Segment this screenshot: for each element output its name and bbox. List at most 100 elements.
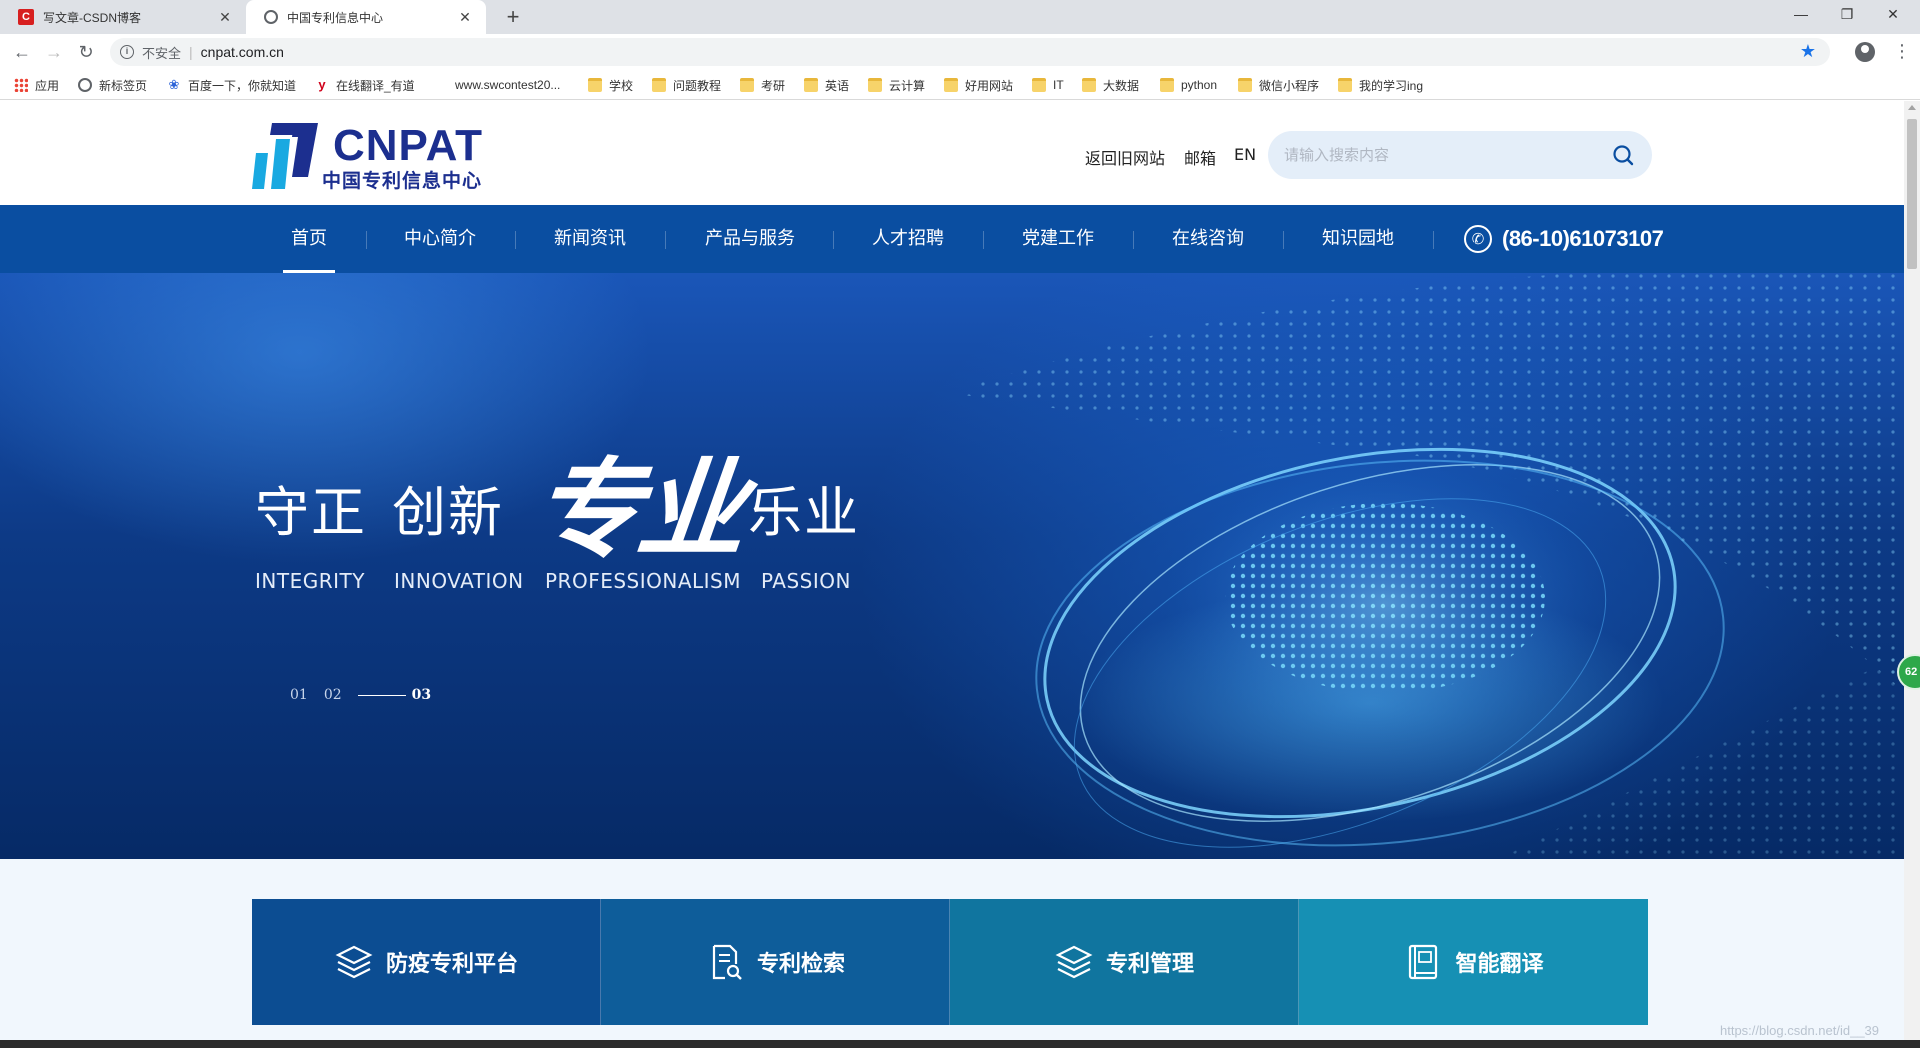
hero-banner: 守正 创新 专业 乐业 INTEGRITY INNOVATION PROFESS… <box>0 273 1904 859</box>
scrollbar-thumb[interactable] <box>1907 119 1917 269</box>
quick-link-label: 专利检索 <box>756 952 845 977</box>
cnpat-logo-icon[interactable] <box>252 123 318 189</box>
language-en-link[interactable]: EN <box>1234 145 1256 164</box>
scroll-up-arrow-icon[interactable] <box>1908 105 1916 110</box>
bookmark-folder[interactable]: 英语 <box>804 76 849 94</box>
bookmark-label: 好用网站 <box>965 78 1014 93</box>
bookmark-newtab[interactable]: 新标签页 <box>78 76 147 94</box>
quick-link-label: 防疫专利平台 <box>385 952 518 977</box>
mail-link[interactable]: 邮箱 <box>1184 145 1216 169</box>
address-bar[interactable]: i 不安全 | cnpat.com.cn ★ <box>110 38 1830 66</box>
globe-icon <box>264 10 278 24</box>
slogan-innovation: 创新 <box>392 481 504 544</box>
nav-divider <box>1283 231 1284 249</box>
site-header: CNPAT 中国专利信息中心 返回旧网站 邮箱 EN <box>0 101 1904 205</box>
quick-link-patent-search[interactable]: 专利检索 <box>601 899 950 1025</box>
bookmark-baidu[interactable]: ❀ 百度一下，你就知道 <box>167 76 296 94</box>
bookmark-folder[interactable]: IT <box>1032 76 1064 94</box>
close-window-button[interactable]: ✕ <box>1870 0 1916 30</box>
bookmark-label: www.swcontest20... <box>455 78 561 92</box>
pager-dot-active[interactable]: 03 <box>412 687 431 703</box>
quick-link-label: 专利管理 <box>1105 952 1194 977</box>
bookmark-folder[interactable]: 考研 <box>740 76 785 94</box>
bookmark-youdao[interactable]: y 在线翻译_有道 <box>315 76 414 94</box>
back-button[interactable]: ← <box>10 40 34 64</box>
book-icon <box>1409 944 1438 980</box>
folder-icon <box>1160 78 1174 92</box>
nav-divider <box>1133 231 1134 249</box>
nav-about[interactable]: 中心简介 <box>398 205 482 273</box>
new-tab-button[interactable]: + <box>500 4 526 30</box>
forward-button[interactable]: → <box>42 40 66 64</box>
quick-link-label: 智能翻译 <box>1455 952 1544 977</box>
quick-link-patent-management[interactable]: 专利管理 <box>950 899 1299 1025</box>
slogan-passion: 乐业 <box>748 481 860 544</box>
quick-link-epidemic-platform[interactable]: 防疫专利平台 <box>252 899 601 1025</box>
slogan-professionalism: 专业 <box>527 447 749 573</box>
bookmark-label: 微信小程序 <box>1259 78 1320 93</box>
logo-text[interactable]: CNPAT <box>333 121 483 171</box>
bookmark-label: IT <box>1053 78 1064 92</box>
browser-tab-strip: C 写文章-CSDN博客 ✕ 中国专利信息中心 ✕ + — ❐ ✕ <box>0 0 1920 34</box>
bookmark-folder[interactable]: 云计算 <box>868 76 925 94</box>
minimize-button[interactable]: — <box>1778 0 1824 30</box>
url-text[interactable]: cnpat.com.cn <box>201 44 284 60</box>
phone-contact: ✆ (86-10)61073107 <box>1464 221 1664 257</box>
tab-cnpat[interactable]: 中国专利信息中心 ✕ <box>246 0 486 34</box>
baidu-icon: ❀ <box>168 77 180 92</box>
folder-icon <box>1082 78 1096 92</box>
bookmark-label: 大数据 <box>1103 78 1140 93</box>
bookmark-folder[interactable]: 大数据 <box>1082 76 1139 94</box>
folder-icon <box>652 78 666 92</box>
old-site-link[interactable]: 返回旧网站 <box>1085 145 1165 169</box>
account-icon[interactable] <box>1855 42 1875 62</box>
info-icon[interactable]: i <box>120 45 134 59</box>
quick-link-smart-translation[interactable]: 智能翻译 <box>1299 899 1648 1025</box>
search-icon[interactable] <box>1612 144 1634 166</box>
bookmark-label: 英语 <box>825 78 850 93</box>
nav-divider <box>833 231 834 249</box>
bookmark-folder[interactable]: 我的学习ing <box>1338 76 1423 94</box>
nav-news[interactable]: 新闻资讯 <box>548 205 632 273</box>
bookmark-star-icon[interactable]: ★ <box>1800 41 1816 62</box>
taskbar-edge <box>0 1040 1920 1048</box>
pager-dot[interactable]: 02 <box>324 687 342 703</box>
restore-button[interactable]: ❐ <box>1824 0 1870 30</box>
close-tab-icon[interactable]: ✕ <box>456 8 474 26</box>
folder-icon <box>1238 78 1252 92</box>
bookmark-label: 应用 <box>35 78 60 93</box>
web-page: CNPAT 中国专利信息中心 返回旧网站 邮箱 EN 首页 中心简介 新闻资讯 … <box>0 101 1904 1048</box>
bookmark-folder[interactable]: python <box>1160 76 1217 94</box>
reload-button[interactable]: ↻ <box>74 40 98 64</box>
nav-consult[interactable]: 在线咨询 <box>1166 205 1250 273</box>
nav-careers[interactable]: 人才招聘 <box>866 205 950 273</box>
bookmark-label: 问题教程 <box>673 78 722 93</box>
folder-icon <box>740 78 754 92</box>
bookmark-label: 百度一下，你就知道 <box>188 78 297 93</box>
search-input[interactable] <box>1284 131 1604 179</box>
browser-toolbar: ← → ↻ i 不安全 | cnpat.com.cn ★ ⋮ <box>0 34 1920 70</box>
nav-divider <box>983 231 984 249</box>
nav-party[interactable]: 党建工作 <box>1016 205 1100 273</box>
nav-knowledge[interactable]: 知识园地 <box>1316 205 1400 273</box>
close-tab-icon[interactable]: ✕ <box>216 8 234 26</box>
pager-dot[interactable]: 01 <box>290 687 308 703</box>
bookmark-label: 学校 <box>609 78 634 93</box>
bookmark-swcontest[interactable]: www.swcontest20... <box>455 76 560 94</box>
folder-icon <box>588 78 602 92</box>
page-scrollbar[interactable] <box>1904 101 1920 1048</box>
bookmark-apps[interactable]: 应用 <box>14 76 59 94</box>
layers-icon <box>1055 945 1093 979</box>
menu-icon[interactable]: ⋮ <box>1893 39 1911 63</box>
youdao-icon: y <box>318 77 326 92</box>
bookmark-folder[interactable]: 好用网站 <box>944 76 1013 94</box>
nav-products[interactable]: 产品与服务 <box>698 205 802 273</box>
csdn-icon: C <box>18 9 34 25</box>
tab-csdn[interactable]: C 写文章-CSDN博客 ✕ <box>0 0 246 34</box>
bookmark-folder[interactable]: 微信小程序 <box>1238 76 1319 94</box>
nav-home[interactable]: 首页 <box>283 205 335 273</box>
watermark-text: https://blog.csdn.net/id__39 <box>1720 1023 1880 1038</box>
bookmark-folder[interactable]: 问题教程 <box>652 76 721 94</box>
slogan-integrity: 守正 <box>255 481 367 544</box>
bookmark-folder[interactable]: 学校 <box>588 76 633 94</box>
